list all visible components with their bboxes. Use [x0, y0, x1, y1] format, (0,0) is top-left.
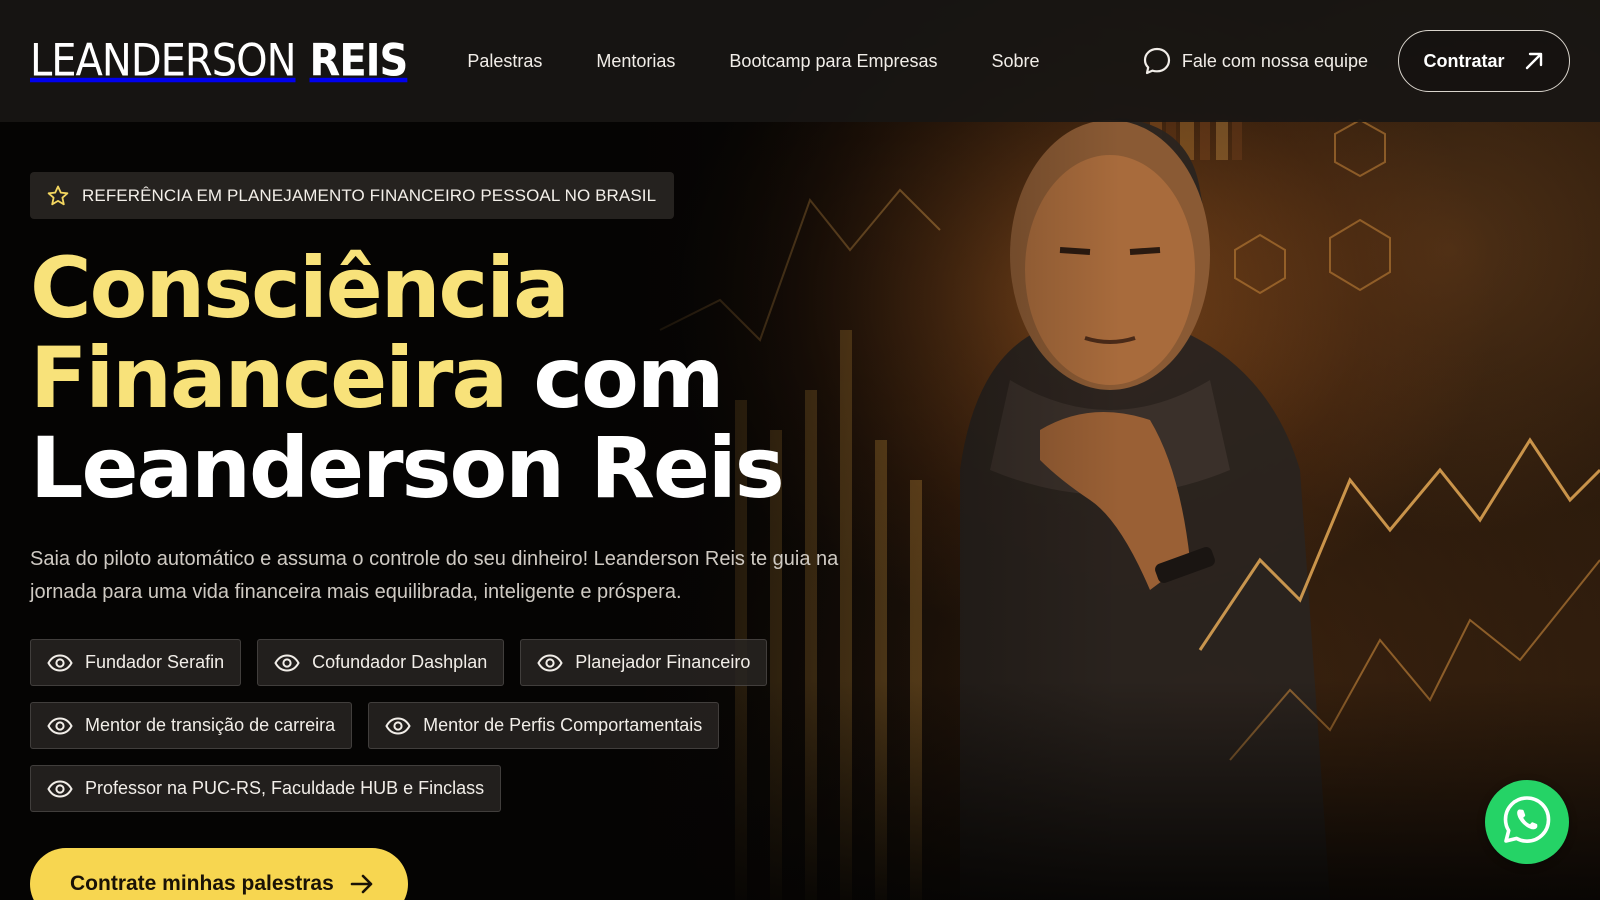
role-chip: Fundador Serafin	[30, 639, 242, 686]
contact-team-link[interactable]: Fale com nossa equipe	[1142, 46, 1368, 76]
whatsapp-button[interactable]	[1485, 780, 1569, 864]
role-chip: Cofundador Dashplan	[257, 639, 505, 686]
role-label: Fundador Serafin	[85, 652, 225, 672]
logo-first-name: LEANDERSON	[30, 35, 297, 87]
arrow-up-right-icon	[1523, 50, 1545, 72]
site-header: LEANDERSON REIS Palestras Mentorias Boot…	[0, 0, 1600, 122]
header-actions: Fale com nossa equipe Contratar	[1142, 30, 1570, 92]
nav-item-sobre[interactable]: Sobre	[992, 51, 1040, 72]
badge-text: REFERÊNCIA EM PLANEJAMENTO FINANCEIRO PE…	[82, 185, 657, 205]
whatsapp-icon	[1499, 792, 1555, 853]
main-nav: Palestras Mentorias Bootcamp para Empres…	[467, 51, 1039, 72]
role-label: Mentor de transição de carreira	[85, 715, 336, 735]
role-label: Planejador Financeiro	[575, 652, 751, 672]
role-label: Cofundador Dashplan	[312, 652, 488, 672]
cta-label: Contrate minhas palestras	[70, 872, 334, 895]
contratar-button[interactable]: Contratar	[1398, 30, 1570, 92]
role-chip: Planejador Financeiro	[520, 639, 768, 686]
headline-line-2-highlight: Financeira	[30, 329, 508, 427]
nav-item-bootcamp[interactable]: Bootcamp para Empresas	[729, 51, 937, 72]
role-chip: Professor na PUC-RS, Faculdade HUB e Fin…	[30, 765, 502, 812]
hero-subtitle: Saia do piloto automático e assuma o con…	[30, 548, 839, 603]
roles-list: Fundador Serafin Cofundador Dashplan Pla…	[30, 639, 790, 812]
role-chip: Mentor de Perfis Comportamentais	[368, 702, 720, 749]
headline-line-1: Consciência	[30, 239, 570, 337]
reference-badge: REFERÊNCIA EM PLANEJAMENTO FINANCEIRO PE…	[30, 172, 675, 219]
role-label: Professor na PUC-RS, Faculdade HUB e Fin…	[85, 778, 485, 798]
eye-icon	[47, 716, 73, 735]
site-logo[interactable]: LEANDERSON REIS	[30, 35, 409, 87]
star-icon	[46, 184, 70, 208]
nav-item-mentorias[interactable]: Mentorias	[596, 51, 675, 72]
contratar-label: Contratar	[1423, 50, 1505, 71]
hero-section: REFERÊNCIA EM PLANEJAMENTO FINANCEIRO PE…	[30, 172, 930, 812]
chat-bubble-icon	[1142, 46, 1172, 76]
headline-line-3: Leanderson Reis	[30, 419, 785, 517]
headline-line-2-rest: com	[533, 329, 724, 427]
contact-team-label: Fale com nossa equipe	[1181, 50, 1368, 71]
hire-talks-button[interactable]: Contrate minhas palestras	[30, 848, 408, 900]
logo-last-name: REIS	[309, 35, 409, 87]
arrow-right-icon	[348, 870, 376, 898]
eye-icon	[47, 653, 73, 672]
hero-headline: Consciência Financeira com Leanderson Re…	[30, 243, 930, 513]
eye-icon	[274, 653, 300, 672]
eye-icon	[385, 716, 411, 735]
eye-icon	[537, 653, 563, 672]
eye-icon	[47, 779, 73, 798]
nav-item-palestras[interactable]: Palestras	[467, 51, 542, 72]
role-chip: Mentor de transição de carreira	[30, 702, 353, 749]
role-label: Mentor de Perfis Comportamentais	[423, 715, 703, 735]
